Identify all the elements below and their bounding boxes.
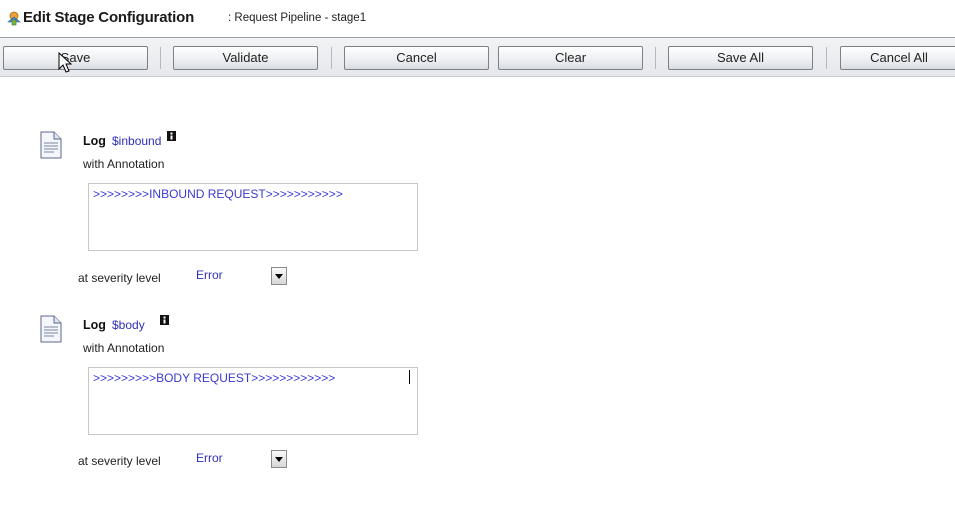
document-icon xyxy=(40,131,62,159)
toolbar-separator xyxy=(655,47,656,69)
chevron-down-icon xyxy=(275,274,283,279)
page-title: Edit Stage Configuration xyxy=(23,9,195,26)
dropdown-arrow-button[interactable] xyxy=(271,450,287,468)
annotation-textarea[interactable]: >>>>>>>>>BODY REQUEST>>>>>>>>>>>> xyxy=(88,367,418,435)
save-button[interactable]: Save xyxy=(3,46,148,70)
info-icon[interactable] xyxy=(160,315,169,325)
info-icon[interactable] xyxy=(167,131,176,141)
title-bar: Edit Stage Configuration : Request Pipel… xyxy=(0,0,955,36)
annotation-textarea[interactable]: >>>>>>>>INBOUND REQUEST>>>>>>>>>>> xyxy=(88,183,418,251)
severity-label: at severity level xyxy=(78,271,161,285)
stage-config-icon xyxy=(7,11,21,26)
toolbar-separator xyxy=(826,47,827,69)
severity-value: Error xyxy=(196,268,223,282)
annotation-label: with Annotation xyxy=(83,157,165,171)
cancel-button[interactable]: Cancel xyxy=(344,46,489,70)
chevron-down-icon xyxy=(275,457,283,462)
log-action-label: Log xyxy=(83,318,106,332)
page-subtitle: : Request Pipeline - stage1 xyxy=(228,12,367,24)
log-action-label: Log xyxy=(83,134,106,148)
severity-select[interactable]: Error xyxy=(192,449,287,469)
log-variable-link[interactable]: $inbound xyxy=(112,134,161,148)
clear-button[interactable]: Clear xyxy=(498,46,643,70)
toolbar: Save Validate Cancel Clear Save All Canc… xyxy=(0,37,955,77)
validate-button[interactable]: Validate xyxy=(173,46,318,70)
log-variable-link[interactable]: $body xyxy=(112,318,145,332)
document-icon xyxy=(40,315,62,343)
annotation-label: with Annotation xyxy=(83,341,165,355)
save-all-button[interactable]: Save All xyxy=(668,46,813,70)
toolbar-separator xyxy=(331,47,332,69)
cancel-all-button[interactable]: Cancel All xyxy=(840,46,955,70)
severity-label: at severity level xyxy=(78,454,161,468)
text-caret xyxy=(409,370,410,384)
severity-value: Error xyxy=(196,451,223,465)
severity-select[interactable]: Error xyxy=(192,266,287,286)
toolbar-separator xyxy=(160,47,161,69)
dropdown-arrow-button[interactable] xyxy=(271,267,287,285)
